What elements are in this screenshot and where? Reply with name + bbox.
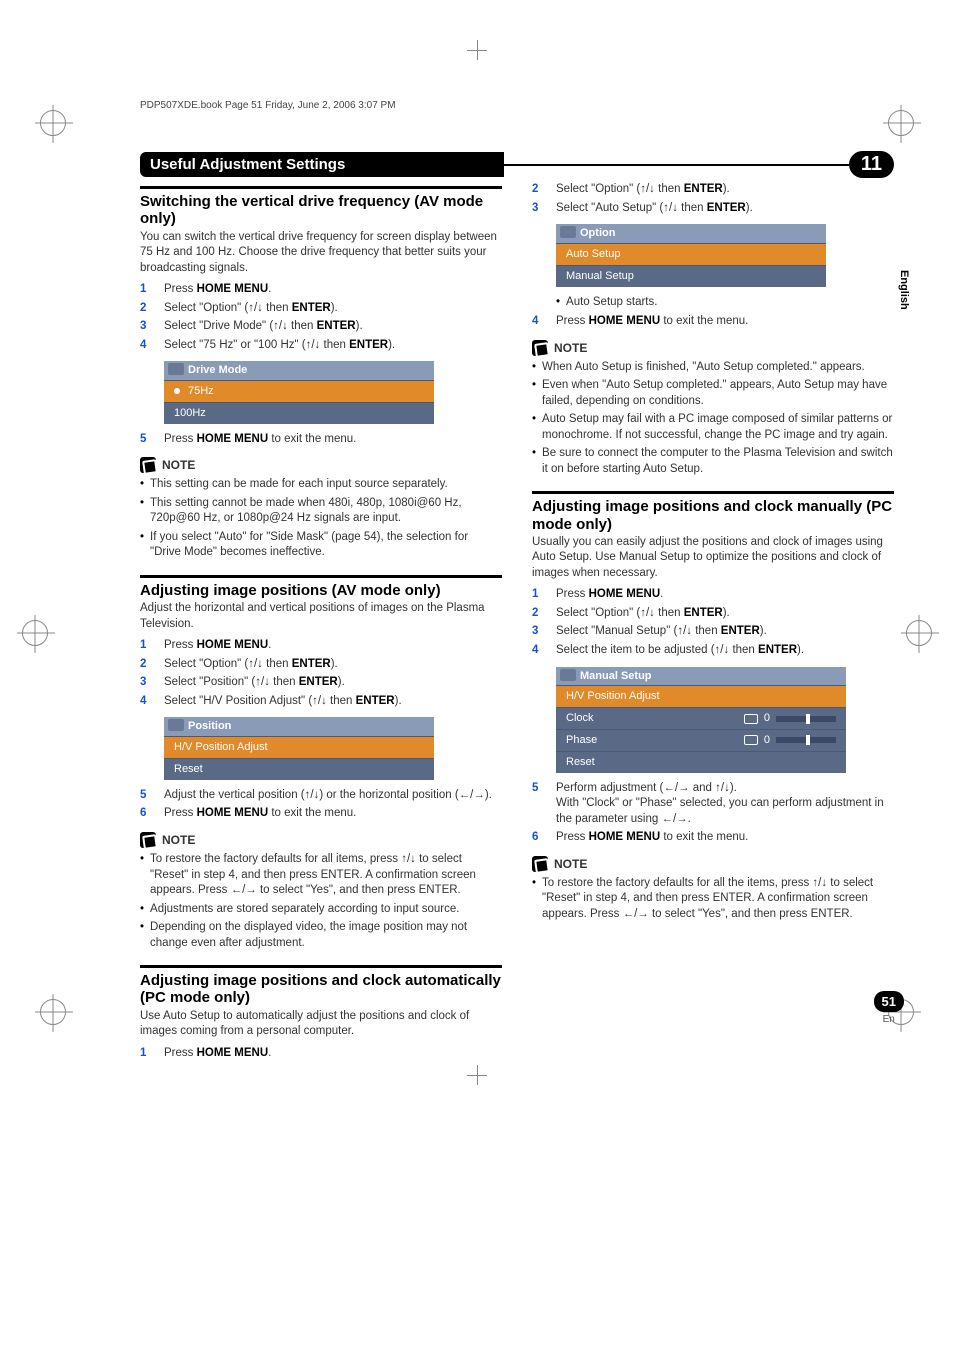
page-language: En bbox=[874, 1014, 904, 1025]
language-tab: English bbox=[898, 270, 910, 310]
section-heading: Adjusting image positions and clock auto… bbox=[140, 972, 502, 1007]
section-intro: Usually you can easily adjust the positi… bbox=[532, 535, 894, 582]
left-column: Switching the vertical drive frequency (… bbox=[140, 178, 502, 1065]
section-heading: Adjusting image positions (AV mode only) bbox=[140, 582, 502, 599]
clock-icon bbox=[744, 714, 758, 724]
section-intro: You can switch the vertical drive freque… bbox=[140, 230, 502, 277]
note-label: NOTE bbox=[554, 856, 587, 872]
menu-item: Auto Setup bbox=[556, 243, 826, 265]
note-label: NOTE bbox=[162, 832, 195, 848]
menu-icon bbox=[168, 363, 184, 375]
note-icon bbox=[532, 856, 548, 872]
menu-item: Clock0 bbox=[556, 707, 846, 729]
phase-icon bbox=[744, 735, 758, 745]
chapter-title: Useful Adjustment Settings bbox=[140, 152, 504, 177]
menu-item: 100Hz bbox=[164, 402, 434, 424]
note-icon bbox=[532, 340, 548, 356]
menu-item: H/V Position Adjust bbox=[164, 736, 434, 758]
note-label: NOTE bbox=[162, 457, 195, 473]
onscreen-menu: Manual Setup H/V Position Adjust Clock0 … bbox=[556, 667, 846, 773]
menu-title-label: Position bbox=[188, 720, 231, 732]
slider-icon bbox=[776, 716, 836, 722]
menu-item: Reset bbox=[556, 751, 846, 773]
menu-icon bbox=[560, 669, 576, 681]
chapter-header: Useful Adjustment Settings 11 bbox=[140, 151, 894, 178]
menu-item: 75Hz bbox=[164, 380, 434, 402]
slider-icon bbox=[776, 737, 836, 743]
section-intro: Adjust the horizontal and vertical posit… bbox=[140, 601, 502, 632]
note-list: This setting can be made for each input … bbox=[140, 477, 502, 561]
onscreen-menu: Option Auto Setup Manual Setup bbox=[556, 224, 826, 287]
menu-item: Reset bbox=[164, 758, 434, 780]
note-label: NOTE bbox=[554, 340, 587, 356]
right-column: 2Select "Option" (↑/↓ then ENTER). 3Sele… bbox=[532, 178, 894, 1065]
menu-item: H/V Position Adjust bbox=[556, 685, 846, 707]
menu-title-label: Option bbox=[580, 227, 615, 239]
section-heading: Adjusting image positions and clock manu… bbox=[532, 498, 894, 533]
menu-item: Phase0 bbox=[556, 729, 846, 751]
onscreen-menu: Drive Mode 75Hz 100Hz bbox=[164, 361, 434, 424]
chapter-number: 11 bbox=[849, 151, 894, 178]
note-icon bbox=[140, 457, 156, 473]
menu-item: Manual Setup bbox=[556, 265, 826, 287]
menu-icon bbox=[168, 719, 184, 731]
onscreen-menu: Position H/V Position Adjust Reset bbox=[164, 717, 434, 780]
page-number: 51 bbox=[874, 991, 904, 1012]
menu-title-label: Drive Mode bbox=[188, 364, 247, 376]
note-icon bbox=[140, 832, 156, 848]
section-intro: Use Auto Setup to automatically adjust t… bbox=[140, 1009, 502, 1040]
menu-icon bbox=[560, 226, 576, 238]
print-header: PDP507XDE.book Page 51 Friday, June 2, 2… bbox=[140, 100, 894, 111]
page-footer: 51 En bbox=[874, 991, 904, 1025]
step-list: 1Press HOME MENU. 2Select "Option" (↑/↓ … bbox=[140, 282, 502, 353]
menu-title-label: Manual Setup bbox=[580, 670, 652, 682]
section-heading: Switching the vertical drive frequency (… bbox=[140, 193, 502, 228]
